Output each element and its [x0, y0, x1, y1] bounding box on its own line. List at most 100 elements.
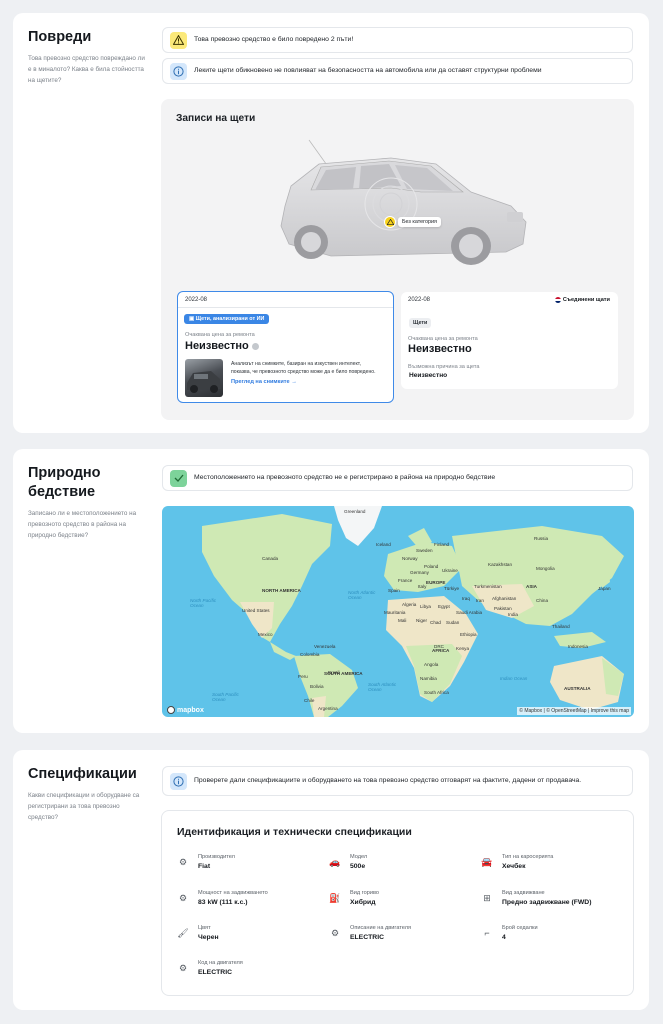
- damage-marker[interactable]: Без категория: [384, 216, 441, 228]
- repair-cost-value: Неизвестно: [185, 340, 259, 352]
- damage-warning-text: Това превозно средство е било повредено …: [194, 36, 354, 43]
- map-label: India: [508, 612, 518, 617]
- map-label: Argentina: [318, 706, 338, 711]
- map-label: Pakistan: [494, 606, 512, 611]
- world-map[interactable]: Greenland NORTH AMERICA SOUTH AMERICA EU…: [162, 506, 634, 717]
- spec-value: 83 kW (111 к.с.): [198, 899, 248, 906]
- warning-icon: [170, 31, 187, 49]
- damage-cause-value: Неизвестно: [409, 372, 448, 379]
- specs-panel-title: Идентификация и технически спецификации: [177, 826, 412, 838]
- drivetrain-icon: ⊞: [483, 892, 491, 903]
- repair-cost-label: Очаквана цена за ремонта: [185, 332, 255, 338]
- spec-label: Цвят: [198, 925, 211, 931]
- damage-info-text: Леките щети обикновено не повлияват на б…: [194, 67, 542, 74]
- map-label: Mexico: [258, 632, 273, 637]
- card-divider: [178, 307, 393, 308]
- ai-analysis-tag-text: Щети, анализирани от ИИ: [195, 316, 265, 322]
- map-attribution[interactable]: © Mapbox | © OpenStreetMap | Improve thi…: [517, 707, 631, 715]
- help-icon[interactable]: [251, 342, 259, 350]
- spec-item-fuel: ⛽ Вид гориво Хибрид: [328, 889, 379, 908]
- map-label: Kazakhstan: [488, 562, 513, 567]
- ocean-label: South Atlantic Ocean: [368, 682, 397, 692]
- mapbox-logo[interactable]: mapbox: [167, 706, 204, 714]
- damage-marker-label: Без категория: [398, 217, 441, 227]
- car-icon: 🚗: [329, 856, 341, 867]
- camera-icon: ▣: [189, 316, 196, 322]
- disaster-description: Записано ли е местоположението на превоз…: [28, 510, 137, 539]
- map-label: Greenland: [344, 509, 366, 514]
- spec-item-seats: ⌐ Брой седалки 4: [480, 924, 537, 943]
- source-country-badge: Съединени щати: [554, 297, 610, 303]
- spec-value: Хибрид: [350, 899, 376, 906]
- map-label: Poland: [424, 564, 439, 569]
- map-label: Algeria: [402, 602, 417, 607]
- map-label: Sudan: [446, 620, 460, 625]
- spec-value: 4: [502, 934, 506, 941]
- damage-warning-notice: Това превозно средство е било повредено …: [162, 27, 633, 53]
- map-label: Italy: [418, 584, 427, 589]
- spec-value: Черен: [198, 934, 219, 941]
- ai-analysis-tag: ▣ Щети, анализирани от ИИ: [184, 314, 270, 324]
- specs-info-notice: Проверете дали спецификациите и оборудва…: [162, 766, 633, 796]
- map-label: Saudi Arabia: [456, 610, 483, 615]
- map-label: Brazil: [328, 670, 340, 675]
- source-country-text: Съединени щати: [562, 297, 610, 303]
- map-label: Ethiopia: [460, 632, 477, 637]
- record-date: 2022-08: [185, 297, 208, 303]
- mapbox-logo-text: mapbox: [177, 706, 204, 714]
- ocean-label: South Pacific Ocean: [212, 692, 239, 702]
- damage-record-card-us[interactable]: 2022-08 Съединени щати Щети Очаквана цен…: [401, 292, 618, 389]
- map-label: Bolivia: [310, 684, 324, 689]
- spec-item-power: ⚙ Мощност на задвижването 83 kW (111 к.с.…: [176, 889, 268, 908]
- map-label: France: [398, 578, 413, 583]
- map-label: Ukraine: [442, 568, 458, 573]
- ai-analysis-text: Анализът на снимките, базиран на изкуств…: [231, 361, 376, 375]
- map-label: Finland: [434, 542, 450, 547]
- map-label: AUSTRALIA: [564, 686, 591, 691]
- map-label: Turkmenistan: [474, 584, 502, 589]
- damage-description: Това превозно средство повреждано ли е в…: [28, 55, 145, 84]
- spec-item-color: 🖌 Цвят Черен: [176, 924, 219, 943]
- mapbox-logo-icon: [167, 706, 175, 714]
- map-label: Venezuela: [314, 644, 336, 649]
- view-photos-link-text: Преглед на снимките: [231, 379, 290, 385]
- spec-item-manufacturer: ⚙ Производител Fiat: [176, 853, 235, 872]
- spec-label: Описание на двигателя: [350, 925, 412, 931]
- damage-records-title: Записи на щети: [176, 113, 256, 124]
- damage-record-card-ai[interactable]: 2022-08 ▣ Щети, анализирани от ИИ Очаква…: [177, 291, 394, 403]
- map-label: Egypt: [438, 604, 450, 609]
- spec-label: Код на двигателя: [198, 960, 243, 966]
- repair-cost-label: Очаквана цена за ремонта: [408, 336, 478, 342]
- map-label: Mongolia: [536, 566, 555, 571]
- map-label: Libya: [420, 604, 431, 609]
- view-photos-link[interactable]: Преглед на снимките →: [231, 379, 297, 385]
- map-label: Germany: [410, 570, 429, 575]
- specs-panel: Идентификация и технически спецификации …: [161, 810, 634, 996]
- map-label: Mali: [398, 618, 407, 623]
- spec-item-engine-description: ⚙ Описание на двигателя ELECTRIC: [328, 924, 411, 943]
- map-label: South Africa: [424, 690, 449, 695]
- repair-cost-value-text: Неизвестно: [185, 340, 249, 352]
- car-illustration: [280, 139, 527, 265]
- gears-icon: ⚙: [330, 927, 340, 938]
- checkmark-icon: [170, 469, 187, 487]
- damage-section: Повреди Това превозно средство повреждан…: [13, 13, 649, 433]
- disaster-ok-notice: Местоположението на превозното средство …: [162, 465, 633, 491]
- seat-icon: ⌐: [484, 928, 490, 938]
- disaster-section: Природно бедствие Записано ли е местопол…: [13, 449, 649, 733]
- map-label: Russia: [534, 536, 549, 541]
- damage-records-panel: Записи на щети Без категория 2022-08 ▣ Щ…: [161, 99, 634, 420]
- factory-icon: ⚙: [178, 856, 188, 867]
- map-label: Canada: [262, 556, 279, 561]
- map-label: Iraq: [462, 596, 470, 601]
- spec-label: Мощност на задвижването: [198, 890, 268, 896]
- damage-info-notice: Леките щети обикновено не повлияват на б…: [162, 58, 633, 84]
- map-label: DRC: [434, 644, 444, 649]
- map-label: United States: [242, 608, 270, 613]
- specs-title: Спецификации: [28, 766, 137, 782]
- spec-item-body-type: 🚘 Тип на каросерията Хечбек: [480, 853, 553, 872]
- ocean-label: North Atlantic Ocean: [348, 590, 376, 600]
- fuel-icon: ⛽: [329, 892, 341, 903]
- damage-title: Повреди: [28, 29, 92, 45]
- damage-photo-thumbnail[interactable]: [185, 359, 223, 397]
